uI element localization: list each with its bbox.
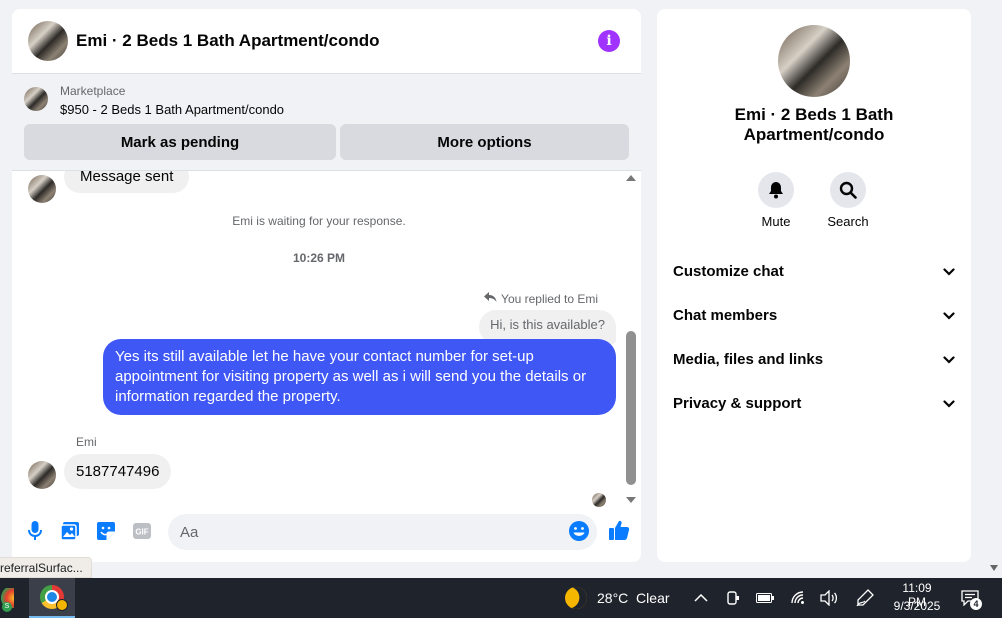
profile-avatar[interactable]	[778, 25, 850, 97]
search-button[interactable]: Search	[818, 172, 878, 229]
waiting-notice: Emi is waiting for your response.	[232, 214, 406, 228]
marketplace-label: Marketplace	[60, 84, 126, 98]
pen-menu-icon[interactable]	[855, 588, 875, 608]
scroll-down-arrow-icon[interactable]	[626, 497, 636, 503]
profile-name: Emi · 2 Beds 1 Bath Apartment/condo	[734, 105, 894, 144]
section-chat-members[interactable]: Chat members	[657, 297, 971, 333]
show-hidden-icons-chevron-icon[interactable]	[691, 588, 711, 608]
volume-icon[interactable]	[819, 588, 839, 608]
gif-icon[interactable]: GIF	[131, 520, 153, 542]
chevron-down-icon	[943, 395, 955, 412]
photo-icon[interactable]	[59, 520, 81, 542]
sender-avatar[interactable]	[28, 461, 56, 489]
conversation-info-panel: Emi · 2 Beds 1 Bath Apartment/condo Mute…	[657, 9, 971, 562]
weather-text[interactable]: 28°C Clear	[597, 590, 670, 606]
section-label: Customize chat	[673, 262, 784, 280]
clock-date[interactable]: 9/3/2025	[893, 599, 941, 613]
reply-arrow-icon	[484, 291, 497, 306]
mute-button[interactable]: Mute	[746, 172, 806, 229]
info-icon[interactable]: i	[598, 30, 620, 52]
message-bubble-received[interactable]: Message sent	[64, 171, 190, 193]
moon-weather-icon[interactable]	[561, 583, 591, 613]
sender-name: Emi	[76, 435, 97, 449]
battery-icon[interactable]	[755, 588, 775, 608]
chevron-down-icon	[943, 351, 955, 368]
gif-icon-label: GIF	[135, 528, 148, 537]
section-media-files-links[interactable]: Media, files and links	[657, 341, 971, 377]
chevron-down-icon	[943, 307, 955, 324]
conversation-avatar[interactable]	[28, 21, 68, 61]
sender-avatar[interactable]	[28, 175, 56, 203]
chat-header: Emi · 2 Beds 1 Bath Apartment/condo i	[12, 9, 641, 74]
conversation-title[interactable]: Emi · 2 Beds 1 Bath Apartment/condo	[76, 31, 380, 51]
search-icon[interactable]	[830, 172, 866, 208]
sticker-icon[interactable]	[95, 520, 117, 542]
meet-now-icon[interactable]	[723, 588, 743, 608]
microphone-icon[interactable]	[24, 520, 46, 542]
message-bubble-sent[interactable]: Yes its still available let he have your…	[103, 339, 616, 415]
replied-to-text: You replied to Emi	[501, 291, 598, 306]
bell-icon[interactable]	[758, 172, 794, 208]
message-timestamp: 10:26 PM	[292, 251, 346, 265]
seen-indicator-avatar	[592, 493, 606, 507]
profile-badge-icon	[56, 599, 68, 611]
message-composer: GIF	[12, 509, 641, 562]
taskbar-app-badge: S	[2, 602, 12, 612]
message-scrollbar[interactable]	[624, 171, 638, 509]
message-bubble-received[interactable]: 5187747496	[64, 454, 172, 489]
taskbar-chrome-button[interactable]	[29, 578, 75, 618]
section-privacy-support[interactable]: Privacy & support	[657, 385, 971, 421]
emoji-icon[interactable]	[568, 520, 590, 542]
link-status-tooltip: referralSurfac...	[0, 557, 92, 578]
section-label: Chat members	[673, 306, 778, 324]
mark-as-pending-button[interactable]: Mark as pending	[24, 124, 336, 160]
page-scroll-down-arrow-icon[interactable]	[990, 565, 998, 571]
section-label: Media, files and links	[673, 350, 824, 368]
taskbar: S 28°C Clear 11:09 PM 9/3/2025 4	[0, 578, 1002, 618]
message-list[interactable]: Message sent Emi is waiting for your res…	[12, 171, 641, 509]
section-customize-chat[interactable]: Customize chat	[657, 253, 971, 289]
search-label: Search	[827, 214, 869, 229]
scrollbar-thumb[interactable]	[626, 331, 636, 485]
notification-count-badge: 4	[970, 598, 982, 610]
chat-panel: Emi · 2 Beds 1 Bath Apartment/condo i Ma…	[12, 9, 641, 562]
more-options-button[interactable]: More options	[340, 124, 629, 160]
mute-label: Mute	[761, 214, 791, 229]
marketplace-listing-bar: Marketplace $950 - 2 Beds 1 Bath Apartme…	[12, 74, 641, 171]
thumbs-up-icon[interactable]	[608, 519, 630, 541]
listing-thumbnail[interactable]	[24, 87, 48, 111]
wifi-icon[interactable]	[788, 588, 808, 608]
listing-title[interactable]: $950 - 2 Beds 1 Bath Apartment/condo	[60, 102, 284, 117]
section-label: Privacy & support	[673, 394, 802, 412]
chevron-down-icon	[943, 263, 955, 280]
replied-to-label: You replied to Emi	[484, 291, 598, 306]
scroll-up-arrow-icon[interactable]	[626, 175, 636, 181]
message-input[interactable]	[168, 514, 597, 550]
